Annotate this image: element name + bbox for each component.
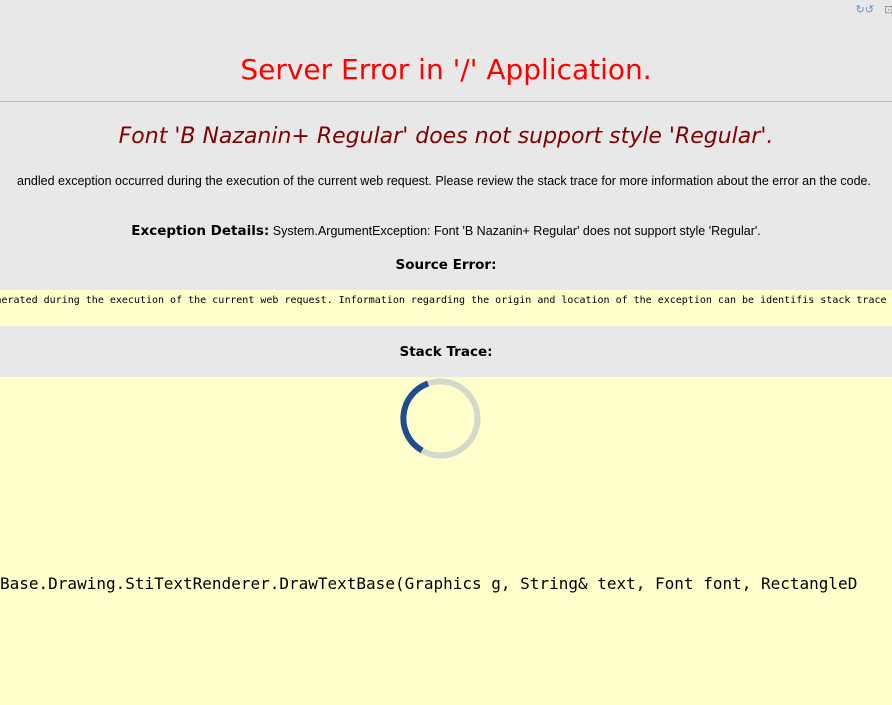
corner-toolbar: ↻↺ ⊡ [856,2,892,18]
source-error-text: was generated during the execution of th… [0,295,892,306]
error-description: andled exception occurred during the exe… [17,174,871,188]
loading-spinner-icon [400,378,481,459]
error-message: Font 'B Nazanin+ Regular' does not suppo… [118,124,774,149]
open-icon[interactable]: ⊡ [884,2,892,18]
divider [0,101,892,102]
spinner-arc [400,380,430,454]
source-error-box: was generated during the execution of th… [0,290,892,326]
stack-trace-box: Base.Drawing.StiTextRenderer.DrawTextBas… [0,377,892,705]
exception-details: Exception Details: System.ArgumentExcept… [0,222,892,240]
stack-trace-line: Base.Drawing.StiTextRenderer.DrawTextBas… [0,574,858,593]
stack-trace-heading: Stack Trace: [399,344,493,360]
exception-details-label: Exception Details: [131,223,270,239]
exception-details-text: System.ArgumentException: Font 'B Nazani… [272,224,761,238]
page-title: Server Error in '/' Application. [240,53,652,86]
source-error-heading: Source Error: [395,257,497,273]
error-page: ↻↺ ⊡ Server Error in '/' Application. Fo… [0,0,892,705]
refresh-icon[interactable]: ↻↺ [856,2,874,18]
